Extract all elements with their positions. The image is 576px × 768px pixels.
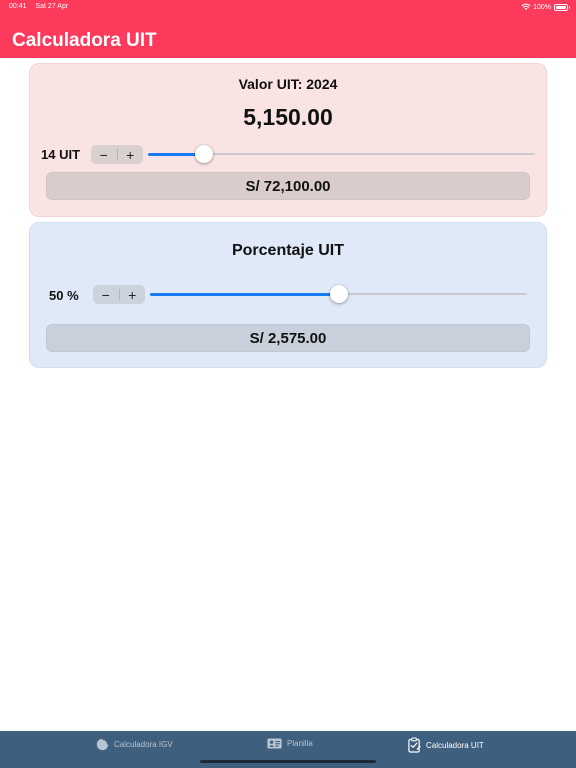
uit-decrement-button[interactable]: − xyxy=(91,145,117,164)
battery-icon xyxy=(554,3,570,11)
uit-quantity-label: 14 UIT xyxy=(41,147,81,162)
page-title: Calculadora UIT xyxy=(12,30,157,51)
slider-fill xyxy=(150,292,339,296)
tab-label: Calculadora UIT xyxy=(426,740,484,750)
slider-thumb[interactable] xyxy=(195,145,214,163)
percent-result: S/ 2,575.00 xyxy=(46,324,530,352)
percent-card: Porcentaje UIT 50 % − + S/ 2,575.00 xyxy=(29,222,547,368)
uit-year-label: Valor UIT: 2024 xyxy=(238,76,338,92)
tab-label: Planilla xyxy=(287,739,313,748)
percent-increment-button[interactable]: + xyxy=(120,285,146,304)
uit-increment-button[interactable]: + xyxy=(118,145,144,164)
percent-label: 50 % xyxy=(49,288,79,303)
percent-decrement-button[interactable]: − xyxy=(93,285,119,304)
battery-percent: 100% xyxy=(533,3,551,11)
uit-result: S/ 72,100.00 xyxy=(46,172,530,200)
home-indicator xyxy=(200,760,376,763)
clipboard-icon xyxy=(408,737,421,753)
status-time: 00:41 xyxy=(9,3,27,10)
tab-calculadora-igv[interactable]: Calculadora IGV xyxy=(96,738,173,751)
wifi-icon xyxy=(521,3,531,11)
slider-thumb[interactable] xyxy=(329,285,348,303)
id-card-icon xyxy=(267,738,282,749)
uit-slider[interactable] xyxy=(148,144,535,164)
percent-stepper: − + xyxy=(93,285,145,304)
percent-title: Porcentaje UIT xyxy=(231,242,345,259)
tab-planilla[interactable]: Planilla xyxy=(267,738,313,749)
uit-card: Valor UIT: 2024 5,150.00 14 UIT − + S/ 7… xyxy=(29,63,547,217)
uit-value: 5,150.00 xyxy=(243,104,333,130)
tab-calculadora-uit[interactable]: Calculadora UIT xyxy=(408,737,484,753)
pie-chart-icon xyxy=(96,738,109,751)
status-bar: 00:41 Sat 27 Apr 100% xyxy=(9,3,570,13)
percent-slider[interactable] xyxy=(150,284,527,304)
tab-label: Calculadora IGV xyxy=(114,740,173,749)
app-header: 00:41 Sat 27 Apr 100% Calculadora UIT xyxy=(0,0,576,58)
status-date: Sat 27 Apr xyxy=(35,3,69,10)
uit-quantity-stepper: − + xyxy=(91,145,143,164)
